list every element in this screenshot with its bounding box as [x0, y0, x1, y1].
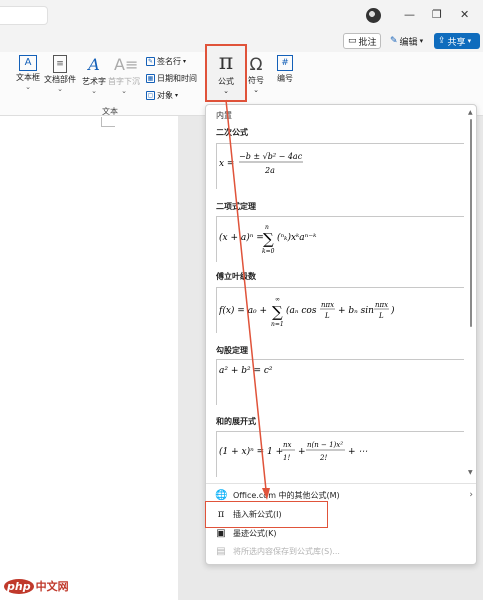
annotation-arrow [225, 99, 270, 500]
watermark: php 中文网 [4, 578, 69, 594]
watermark-text: 中文网 [35, 580, 69, 593]
watermark-logo: php [4, 578, 34, 594]
